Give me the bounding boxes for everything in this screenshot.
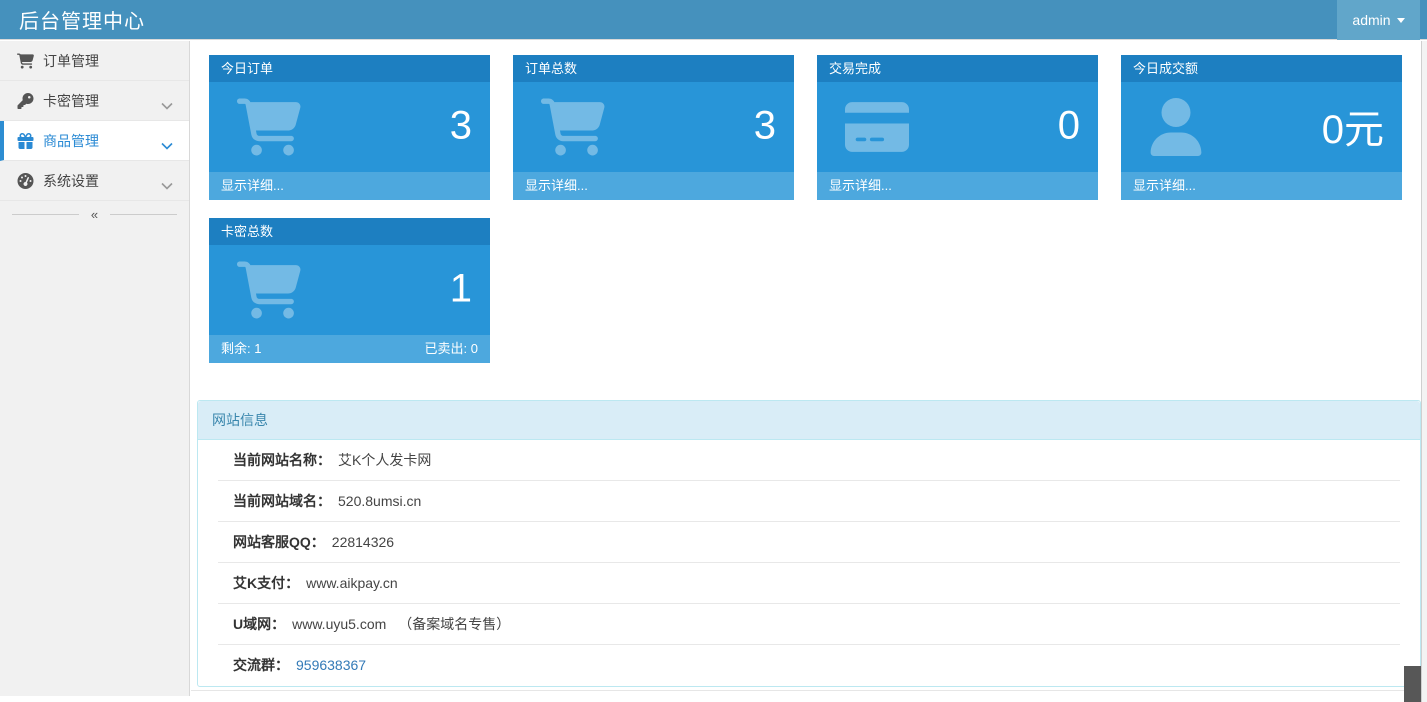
stat-value: 3 bbox=[753, 103, 776, 148]
info-row-qq-group: 交流群： 959638367 bbox=[218, 645, 1400, 686]
cardkeys-footer: 剩余: 1 已卖出: 0 bbox=[209, 335, 490, 363]
stat-card-body: 0 bbox=[817, 82, 1098, 172]
show-details-label: 显示详细... bbox=[525, 178, 588, 193]
panel-body: 当前网站名称： 艾K个人发卡网 当前网站域名： 520.8umsi.cn 网站客服Q… bbox=[198, 440, 1420, 686]
stat-cards-row-1: 今日订单 3 显示详细... 订单总数 3 显示详细... 交易完成 0 显示详… bbox=[209, 55, 1402, 200]
info-label: 网站客服QQ： bbox=[233, 534, 325, 550]
stat-card-title: 今日成交额 bbox=[1121, 55, 1402, 82]
stat-card-total-orders: 订单总数 3 显示详细... bbox=[513, 55, 794, 200]
sidebar-item-settings[interactable]: 系统设置 bbox=[0, 161, 189, 201]
stat-card-body: 3 bbox=[209, 82, 490, 172]
cart-icon bbox=[17, 52, 34, 69]
stat-card-body: 0元 bbox=[1121, 82, 1402, 172]
stat-card-today-amount: 今日成交额 0元 显示详细... bbox=[1121, 55, 1402, 200]
sidebar: 订单管理 卡密管理 商品管理 系统设置 « bbox=[0, 41, 190, 696]
show-details-link[interactable]: 显示详细... bbox=[1121, 172, 1402, 200]
main-content: 今日订单 3 显示详细... 订单总数 3 显示详细... 交易完成 0 显示详… bbox=[191, 41, 1427, 702]
info-value: 22814326 bbox=[331, 534, 395, 550]
back-to-top-button[interactable] bbox=[1404, 666, 1421, 702]
stat-card-body: 3 bbox=[513, 82, 794, 172]
stat-value: 3 bbox=[449, 103, 472, 148]
show-details-label: 显示详细... bbox=[1133, 178, 1196, 193]
sidebar-collapse-toggle[interactable]: « bbox=[0, 201, 189, 228]
info-label: 当前网站域名： bbox=[233, 493, 331, 509]
user-icon bbox=[1149, 98, 1203, 156]
stat-card-today-orders: 今日订单 3 显示详细... bbox=[209, 55, 490, 200]
stat-card-title: 今日订单 bbox=[209, 55, 490, 82]
topbar: 后台管理中心 admin bbox=[0, 0, 1427, 40]
info-value: 520.8umsi.cn bbox=[338, 493, 422, 509]
stat-card-total-cardkeys: 卡密总数 1 剩余: 1 已卖出: 0 bbox=[209, 218, 490, 363]
cart-icon bbox=[541, 98, 605, 156]
stat-value: 1 bbox=[449, 266, 472, 311]
info-row-aikpay: 艾K支付： www.aikpay.cn bbox=[218, 563, 1400, 604]
site-info-panel: 网站信息 当前网站名称： 艾K个人发卡网 当前网站域名： 520.8umsi.cn … bbox=[197, 400, 1421, 687]
gauge-icon bbox=[17, 172, 34, 189]
remaining-count: 剩余: 1 bbox=[221, 341, 262, 356]
panel-title: 网站信息 bbox=[198, 401, 1420, 440]
user-menu[interactable]: admin bbox=[1337, 0, 1420, 40]
info-note: （备案域名专售） bbox=[398, 616, 511, 632]
info-label: 艾K支付： bbox=[233, 575, 300, 591]
sidebar-item-label: 卡密管理 bbox=[43, 92, 99, 109]
chevron-down-icon bbox=[161, 137, 173, 150]
key-icon bbox=[17, 92, 34, 109]
sidebar-item-label: 系统设置 bbox=[43, 172, 99, 189]
qq-group-link[interactable]: 959638367 bbox=[296, 657, 366, 673]
sold-count: 已卖出: 0 bbox=[424, 341, 478, 356]
stat-card-title: 交易完成 bbox=[817, 55, 1098, 82]
stat-card-completed-trades: 交易完成 0 显示详细... bbox=[817, 55, 1098, 200]
stat-card-body: 1 bbox=[209, 245, 490, 335]
show-details-link[interactable]: 显示详细... bbox=[817, 172, 1098, 200]
info-label: U域网： bbox=[233, 616, 286, 632]
info-value: 艾K个人发卡网 bbox=[338, 452, 432, 468]
user-name: admin bbox=[1352, 11, 1391, 28]
stat-card-title: 卡密总数 bbox=[209, 218, 490, 245]
info-label: 当前网站名称： bbox=[233, 452, 331, 468]
cart-icon bbox=[237, 261, 301, 319]
stat-value: 0元 bbox=[1321, 107, 1384, 152]
show-details-label: 显示详细... bbox=[221, 178, 284, 193]
cart-icon bbox=[237, 98, 301, 156]
stat-cards-row-2: 卡密总数 1 剩余: 1 已卖出: 0 bbox=[209, 218, 490, 363]
stat-card-title: 订单总数 bbox=[513, 55, 794, 82]
sidebar-item-label: 商品管理 bbox=[43, 132, 99, 149]
stat-value: 0 bbox=[1057, 103, 1080, 148]
info-row-domain: 当前网站域名： 520.8umsi.cn bbox=[218, 481, 1400, 522]
credit-card-icon bbox=[845, 98, 909, 156]
sidebar-item-label: 订单管理 bbox=[43, 52, 99, 69]
info-label: 交流群： bbox=[233, 657, 289, 673]
show-details-label: 显示详细... bbox=[829, 178, 892, 193]
divider bbox=[191, 690, 1427, 691]
info-value: www.aikpay.cn bbox=[306, 575, 398, 591]
divider bbox=[110, 214, 178, 215]
info-row-site-name: 当前网站名称： 艾K个人发卡网 bbox=[218, 440, 1400, 481]
divider bbox=[12, 214, 79, 215]
chevron-down-icon bbox=[161, 97, 173, 110]
info-value: www.uyu5.com bbox=[292, 616, 387, 632]
scrollbar-track[interactable] bbox=[1421, 41, 1427, 702]
app-title: 后台管理中心 bbox=[19, 11, 145, 33]
show-details-link[interactable]: 显示详细... bbox=[209, 172, 490, 200]
chevron-down-icon bbox=[161, 177, 173, 190]
info-row-service-qq: 网站客服QQ： 22814326 bbox=[218, 522, 1400, 563]
sidebar-item-cardkeys[interactable]: 卡密管理 bbox=[0, 81, 189, 121]
sidebar-item-orders[interactable]: 订单管理 bbox=[0, 41, 189, 81]
gift-icon bbox=[17, 132, 34, 149]
show-details-link[interactable]: 显示详细... bbox=[513, 172, 794, 200]
sidebar-item-products[interactable]: 商品管理 bbox=[0, 121, 189, 161]
info-row-uyu: U域网： www.uyu5.com （备案域名专售） bbox=[218, 604, 1400, 645]
collapse-icon: « bbox=[90, 207, 99, 222]
chevron-down-icon bbox=[1396, 18, 1405, 23]
